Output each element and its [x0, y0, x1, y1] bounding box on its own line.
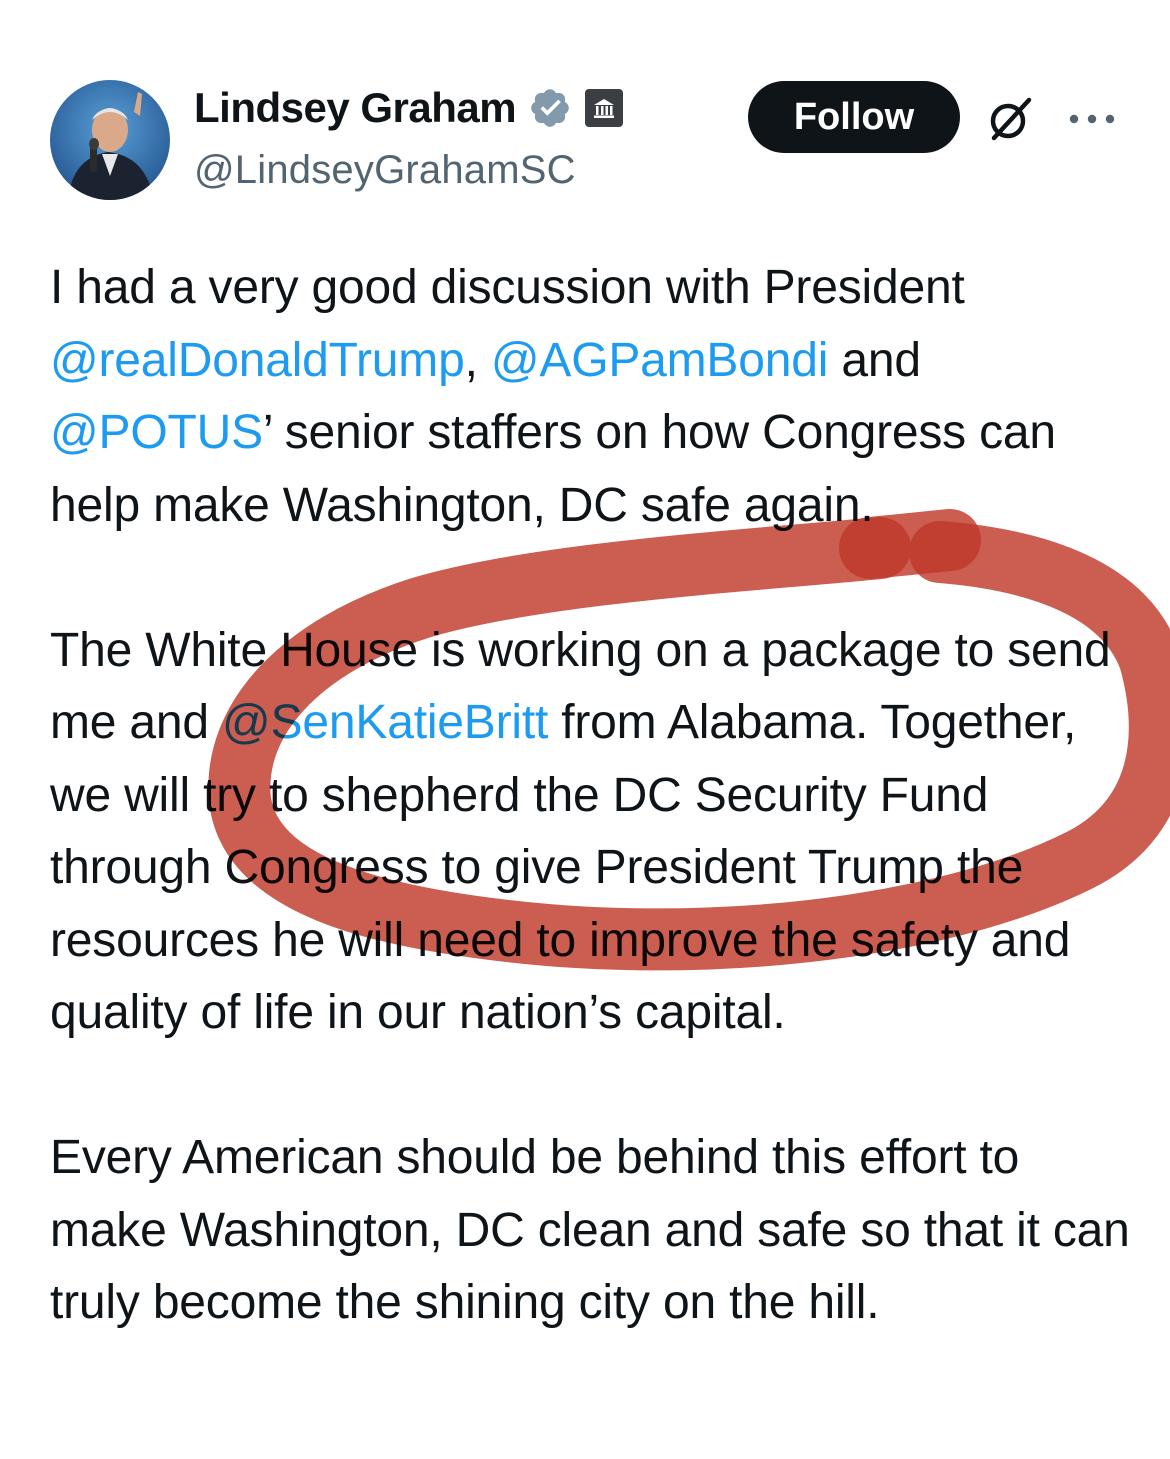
- author-name[interactable]: Lindsey Graham: [194, 84, 517, 132]
- author-handle[interactable]: @LindseyGrahamSC: [194, 148, 576, 193]
- tweet-text-span: ,: [464, 333, 491, 387]
- tweet-text-span: and: [828, 333, 921, 387]
- avatar-image: [50, 80, 170, 200]
- mention-link[interactable]: @AGPamBondi: [491, 334, 829, 387]
- tweet-paragraph-3: Every American should be behind this eff…: [50, 1131, 1130, 1329]
- grok-icon[interactable]: [985, 94, 1035, 144]
- tweet-body: I had a very good discussion with Presid…: [50, 252, 1140, 1340]
- author-name-row: Lindsey Graham: [194, 84, 624, 132]
- tweet-paragraph-2: The White House is working on a package …: [50, 615, 1140, 1050]
- avatar[interactable]: [50, 80, 170, 200]
- tweet-header: Lindsey Graham @LindseyGrahamSC Follow: [0, 0, 1170, 230]
- tweet-text-span: I had a very good discussion with Presid…: [50, 261, 965, 314]
- government-building-icon: [584, 88, 624, 128]
- mention-link[interactable]: @SenKatieBritt: [222, 696, 548, 749]
- follow-button[interactable]: Follow: [748, 81, 960, 153]
- more-options-icon[interactable]: [1066, 104, 1118, 134]
- verified-badge-icon: [528, 86, 572, 130]
- mention-link[interactable]: @realDonaldTrump: [50, 334, 465, 387]
- tweet-paragraph-1: I had a very good discussion with Presid…: [50, 252, 1140, 542]
- mention-link[interactable]: @POTUS: [50, 406, 263, 459]
